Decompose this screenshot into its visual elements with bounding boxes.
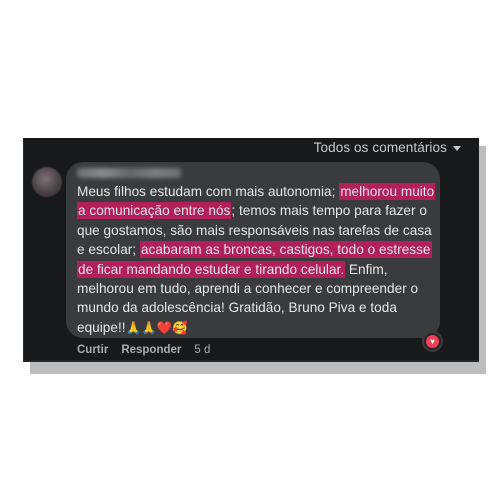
comment-text: Meus filhos estudam com mais autonomia; …: [77, 182, 437, 338]
divider: [24, 360, 479, 362]
timestamp[interactable]: 5 d: [194, 344, 210, 356]
like-button[interactable]: Curtir: [77, 344, 108, 356]
caret-down-icon: [453, 146, 461, 151]
avatar[interactable]: [32, 167, 62, 197]
emoji-sequence: 🙏🙏❤️🥰: [125, 320, 188, 335]
reaction-badge[interactable]: ♥: [422, 331, 443, 352]
comment-text-part: Meus filhos estudam com mais autonomia;: [77, 184, 336, 199]
comment-panel: Todos os comentários Meus filhos estudam…: [23, 138, 479, 362]
comments-filter-label: Todos os comentários: [313, 140, 447, 155]
reply-button[interactable]: Responder: [121, 344, 181, 356]
comments-filter-dropdown[interactable]: Todos os comentários: [314, 140, 461, 155]
comment-actions: Curtir Responder 5 d: [77, 344, 210, 356]
heart-icon: ♥: [426, 335, 439, 348]
author-name-blurred[interactable]: [77, 168, 181, 178]
